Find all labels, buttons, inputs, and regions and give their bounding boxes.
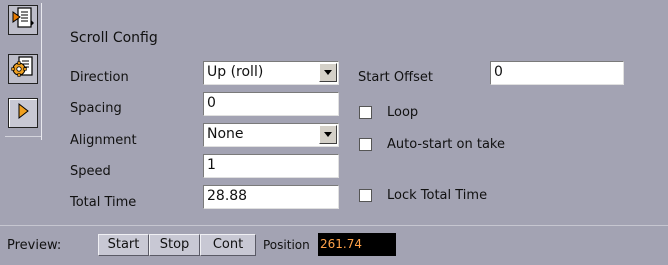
chevron-down-icon[interactable] bbox=[319, 125, 337, 144]
loop-checkbox[interactable] bbox=[359, 106, 372, 119]
toolbar-settings-button[interactable] bbox=[8, 54, 38, 84]
spacing-label: Spacing bbox=[70, 101, 122, 116]
direction-label: Direction bbox=[70, 70, 129, 85]
total-time-input[interactable]: 28.88 bbox=[203, 185, 339, 209]
alignment-select-value: None bbox=[207, 126, 244, 142]
direction-select-value: Up (roll) bbox=[207, 64, 264, 80]
footer-divider bbox=[0, 225, 668, 226]
autostart-label: Auto-start on take bbox=[387, 137, 505, 152]
preview-label: Preview: bbox=[7, 238, 62, 253]
panel-export-icon bbox=[11, 6, 35, 34]
preview-stop-button[interactable]: Stop bbox=[149, 234, 200, 256]
toolbar-divider bbox=[5, 136, 41, 137]
chevron-down-icon[interactable] bbox=[319, 63, 337, 82]
start-offset-input[interactable]: 0 bbox=[490, 61, 624, 85]
autostart-checkbox[interactable] bbox=[359, 138, 372, 151]
speed-input[interactable]: 1 bbox=[203, 154, 339, 178]
position-readout: 261.74 bbox=[318, 233, 396, 256]
direction-select[interactable]: Up (roll) bbox=[203, 61, 339, 85]
start-offset-label: Start Offset bbox=[358, 70, 433, 85]
loop-label: Loop bbox=[387, 105, 419, 120]
alignment-label: Alignment bbox=[70, 133, 137, 148]
preview-start-button[interactable]: Start bbox=[98, 234, 149, 256]
toolbar-play-button[interactable] bbox=[8, 98, 38, 128]
total-time-label: Total Time bbox=[70, 195, 137, 210]
toolbar-border bbox=[41, 3, 42, 140]
alignment-select[interactable]: None bbox=[203, 123, 339, 147]
speed-label: Speed bbox=[70, 164, 111, 179]
play-triangle-icon bbox=[11, 99, 35, 127]
spacing-input[interactable]: 0 bbox=[203, 92, 339, 116]
lock-total-time-checkbox[interactable] bbox=[359, 189, 372, 202]
lock-total-time-label: Lock Total Time bbox=[387, 188, 488, 203]
preview-cont-button[interactable]: Cont bbox=[200, 234, 256, 256]
toolbar-export-button[interactable] bbox=[8, 5, 38, 35]
position-label: Position bbox=[263, 238, 310, 252]
panel-title: Scroll Config bbox=[70, 30, 158, 46]
settings-gear-icon bbox=[11, 55, 35, 83]
